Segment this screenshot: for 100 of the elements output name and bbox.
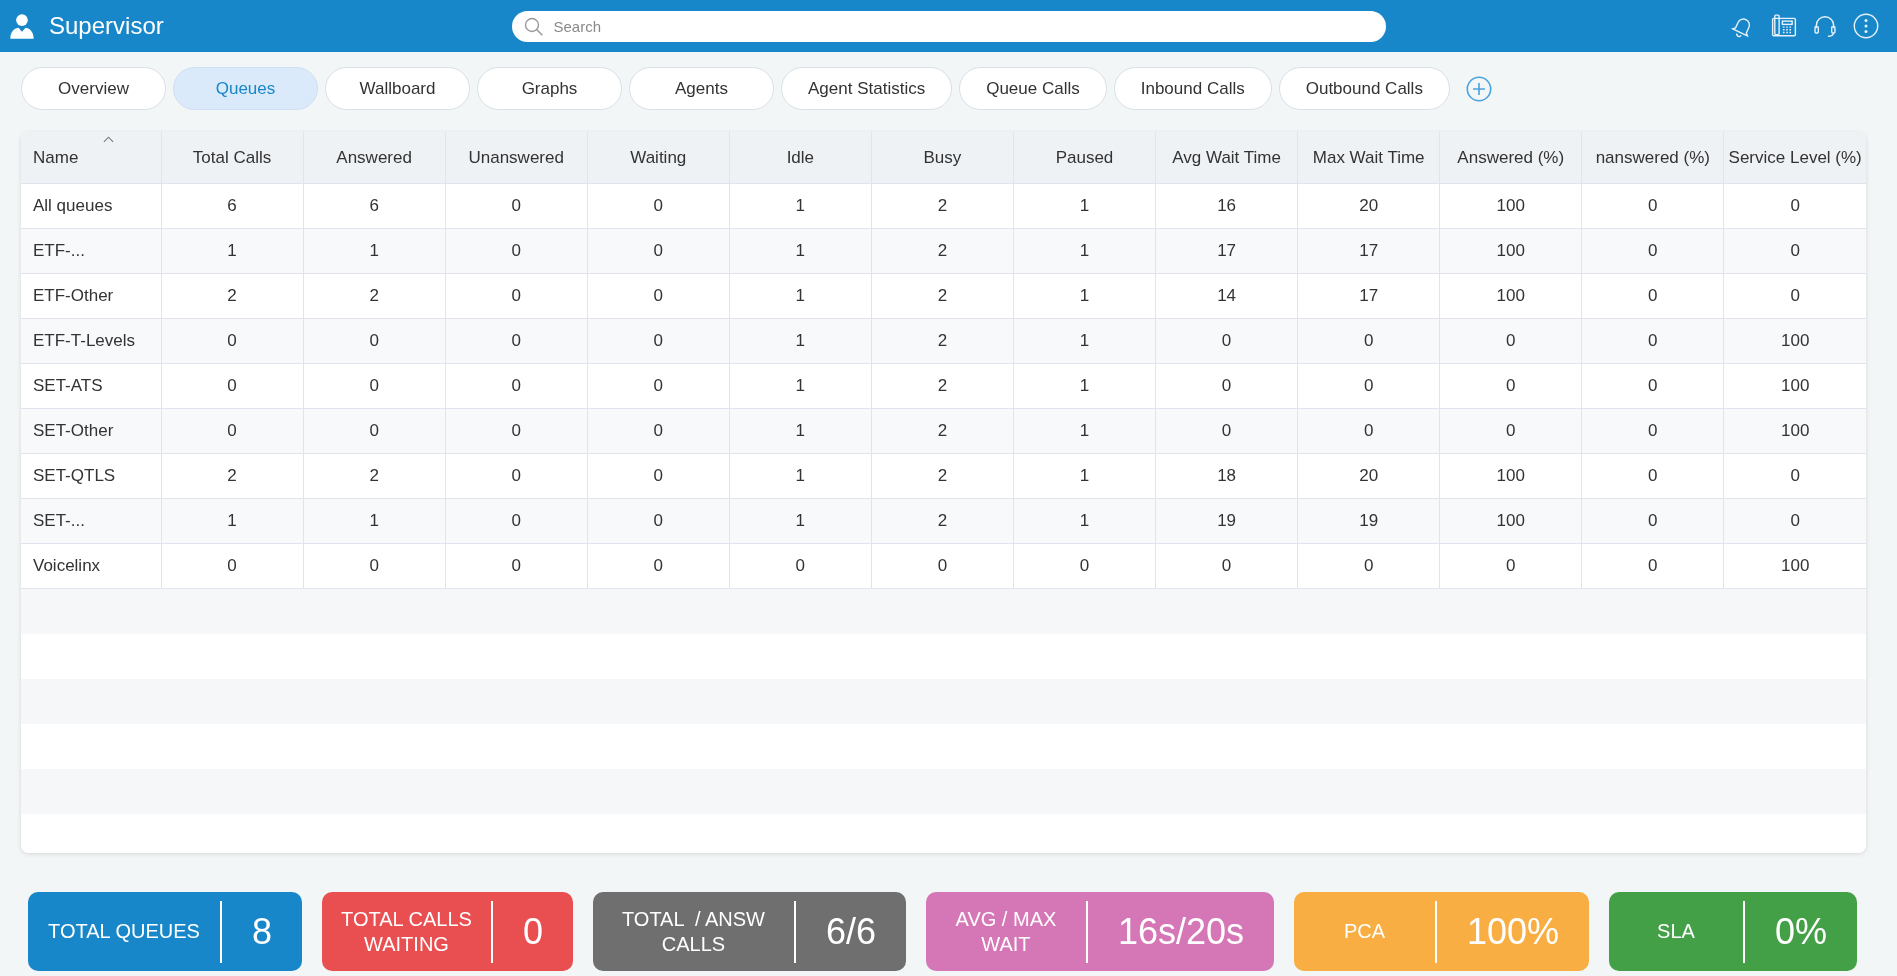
queue-name-cell: SET-QTLS bbox=[21, 453, 161, 499]
column-header[interactable]: Name bbox=[21, 132, 161, 184]
column-header[interactable]: Unanswered bbox=[445, 132, 588, 184]
table-cell: 6 bbox=[161, 183, 304, 229]
table-cell: 0 bbox=[1581, 408, 1724, 454]
table-cell: 1 bbox=[729, 453, 872, 499]
queue-name-cell: Voicelinx bbox=[21, 543, 161, 589]
tab[interactable]: Agent Statistics bbox=[781, 67, 953, 110]
user-silhouette-icon bbox=[8, 12, 36, 40]
stat-label: PCA bbox=[1342, 919, 1386, 944]
table-cell: 0 bbox=[445, 408, 588, 454]
table-cell: 2 bbox=[871, 498, 1014, 544]
table-cell: 0 bbox=[445, 363, 588, 409]
queue-name-cell: SET-... bbox=[21, 498, 161, 544]
table-cell: 0 bbox=[871, 543, 1014, 589]
table-cell: 0 bbox=[1155, 363, 1298, 409]
desk-phone-icon[interactable] bbox=[1771, 13, 1797, 39]
table-cell: 20 bbox=[1297, 453, 1440, 499]
column-header[interactable]: Total Calls bbox=[161, 132, 304, 184]
table-cell: 0 bbox=[1723, 228, 1866, 274]
table-cell: 1 bbox=[729, 408, 872, 454]
add-tab-plus-icon[interactable] bbox=[1465, 75, 1492, 102]
table-cell: 0 bbox=[729, 543, 872, 589]
table-cell: 0 bbox=[1297, 318, 1440, 364]
search-field[interactable]: Search bbox=[511, 10, 1386, 42]
search-icon bbox=[523, 16, 543, 36]
table-cell: 1 bbox=[1013, 498, 1156, 544]
table-cell: 0 bbox=[587, 228, 730, 274]
table-cell: 1 bbox=[1013, 408, 1156, 454]
stat-value: 6/6 bbox=[824, 910, 877, 953]
table-cell: 1 bbox=[303, 498, 446, 544]
column-header[interactable]: Idle bbox=[729, 132, 872, 184]
tab[interactable]: Agents bbox=[629, 67, 774, 110]
table-cell: 0 bbox=[1297, 543, 1440, 589]
column-header[interactable]: Service Level (%) bbox=[1723, 132, 1866, 184]
table-cell: 20 bbox=[1297, 183, 1440, 229]
headset-icon[interactable] bbox=[1812, 13, 1838, 39]
tab[interactable]: Graphs bbox=[477, 67, 622, 110]
table-cell: 0 bbox=[445, 273, 588, 319]
column-header[interactable]: Max Wait Time bbox=[1297, 132, 1440, 184]
stat-label: TOTAL QUEUES bbox=[47, 919, 201, 944]
stat-label: AVG / MAX WAIT bbox=[954, 906, 1058, 957]
queue-name-cell: ETF-Other bbox=[21, 273, 161, 319]
tab[interactable]: Queue Calls bbox=[959, 67, 1107, 110]
table-cell: 0 bbox=[161, 363, 304, 409]
table-cell: 17 bbox=[1297, 273, 1440, 319]
table-cell: 1 bbox=[729, 498, 872, 544]
tab[interactable]: Overview bbox=[21, 67, 166, 110]
table-cell: 0 bbox=[1581, 363, 1724, 409]
column-header[interactable]: Waiting bbox=[587, 132, 730, 184]
table-cell: 2 bbox=[303, 273, 446, 319]
table-cell: 19 bbox=[1297, 498, 1440, 544]
column-header[interactable]: Answered (%) bbox=[1439, 132, 1582, 184]
table-cell: 0 bbox=[587, 408, 730, 454]
table-cell: 0 bbox=[1723, 453, 1866, 499]
table-cell: 0 bbox=[1155, 408, 1298, 454]
stat-value: 0 bbox=[521, 910, 544, 953]
table-cell: 0 bbox=[303, 318, 446, 364]
table-cell: 1 bbox=[729, 228, 872, 274]
table-cell: 100 bbox=[1723, 408, 1866, 454]
queue-name-cell: SET-Other bbox=[21, 408, 161, 454]
table-cell: 0 bbox=[1581, 453, 1724, 499]
table-cell: 2 bbox=[871, 318, 1014, 364]
table-cell: 0 bbox=[445, 543, 588, 589]
table-cell: 100 bbox=[1439, 453, 1582, 499]
table-cell: 0 bbox=[587, 498, 730, 544]
table-cell: 100 bbox=[1439, 273, 1582, 319]
table-cell: 1 bbox=[303, 228, 446, 274]
table-cell: 0 bbox=[1581, 183, 1724, 229]
table-cell: 1 bbox=[161, 228, 304, 274]
table-cell: 16 bbox=[1155, 183, 1298, 229]
table-cell: 0 bbox=[1297, 408, 1440, 454]
table-cell: 1 bbox=[729, 273, 872, 319]
table-cell: 1 bbox=[1013, 363, 1156, 409]
column-header[interactable]: nanswered (%) bbox=[1581, 132, 1724, 184]
tab[interactable]: Wallboard bbox=[325, 67, 470, 110]
table-cell: 0 bbox=[587, 363, 730, 409]
table-cell: 18 bbox=[1155, 453, 1298, 499]
tab[interactable]: Outbound Calls bbox=[1278, 67, 1450, 110]
column-header[interactable]: Answered bbox=[303, 132, 446, 184]
table-cell: 1 bbox=[729, 318, 872, 364]
column-header[interactable]: Busy bbox=[871, 132, 1014, 184]
column-header[interactable]: Avg Wait Time bbox=[1155, 132, 1298, 184]
table-cell: 0 bbox=[161, 543, 304, 589]
table-cell: 0 bbox=[303, 363, 446, 409]
table-cell: 0 bbox=[1297, 363, 1440, 409]
table-cell: 1 bbox=[1013, 453, 1156, 499]
more-options-icon[interactable] bbox=[1853, 13, 1879, 39]
queue-name-cell: SET-ATS bbox=[21, 363, 161, 409]
table-cell: 100 bbox=[1439, 498, 1582, 544]
table-cell: 0 bbox=[1439, 543, 1582, 589]
table-cell: 2 bbox=[161, 273, 304, 319]
column-header[interactable]: Paused bbox=[1013, 132, 1156, 184]
table-cell: 0 bbox=[1013, 543, 1156, 589]
table-cell: 0 bbox=[1581, 318, 1724, 364]
tab[interactable]: Inbound Calls bbox=[1113, 67, 1272, 110]
table-cell: 0 bbox=[1155, 318, 1298, 364]
stat-label: SLA bbox=[1656, 919, 1696, 944]
table-cell: 0 bbox=[445, 498, 588, 544]
table-cell: 0 bbox=[1723, 273, 1866, 319]
